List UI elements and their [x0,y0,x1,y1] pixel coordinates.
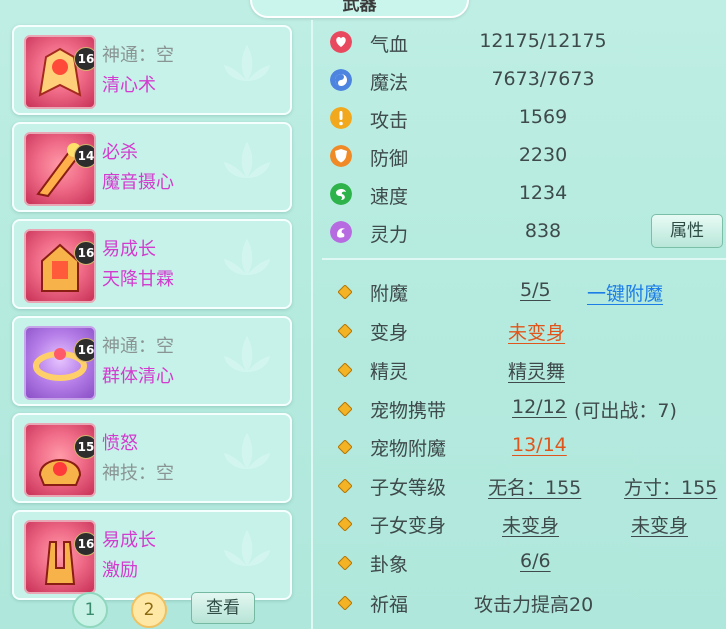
diamond-bullet-icon [338,556,352,570]
stat-value: 1234 [518,182,568,204]
level-badge: 16 [74,241,94,265]
stat-label: 速度 [370,186,409,208]
pet-enchant-value[interactable]: 13/14 [512,434,567,456]
stat-label: 气血 [370,34,409,56]
stat-value: 2230 [518,144,568,166]
diamond-bullet-icon [338,596,352,610]
shield-icon [330,145,352,167]
equipment-slot[interactable]: 16 神通：空 清心术 [12,25,292,115]
child-transform-value-1[interactable]: 未变身 [502,511,559,538]
info-label: 子女变身 [370,515,447,537]
info-label: 变身 [370,322,409,344]
equipment-item-icon[interactable]: 16 [24,520,96,594]
equipment-item-icon[interactable]: 16 [24,35,96,109]
stat-label: 魔法 [370,72,409,94]
horizontal-divider [322,258,726,260]
attributes-button[interactable]: 属性 [651,214,723,248]
stat-label: 防御 [370,148,409,170]
pet-carry-note: (可出战：7) [574,400,677,422]
equipment-slot[interactable]: 16 神通：空 群体清心 [12,316,292,406]
view-button[interactable]: 查看 [191,592,255,624]
diamond-bullet-icon [338,479,352,493]
equipment-slot[interactable]: 15 愤怒 神技：空 [12,413,292,503]
slot-skill-1: 易成长 [102,530,156,551]
stat-value: 1569 [518,106,568,128]
slot-skill-1: 愤怒 [102,433,138,454]
transform-value[interactable]: 未变身 [508,318,565,345]
child-level-value-2[interactable]: 方寸：155 [624,473,717,500]
info-label: 子女等级 [370,477,447,499]
diamond-bullet-icon [338,285,352,299]
equipment-item-icon[interactable]: 16 [24,326,96,400]
equipment-slot[interactable]: 16 易成长 激励 [12,510,292,600]
panel-title: 武器 [342,0,377,15]
slot-skill-1: 神通：空 [102,45,174,66]
level-badge: 16 [74,532,94,556]
lotus-watermark-icon [224,239,270,275]
lotus-watermark-icon [224,45,270,81]
info-label: 宠物附魔 [370,438,447,460]
equipment-slot[interactable]: 16 易成长 天降甘霖 [12,219,292,309]
equipment-slot[interactable]: 14 必杀 魔音摄心 [12,122,292,212]
info-label: 精灵 [370,361,409,383]
equipment-item-icon[interactable]: 15 [24,423,96,497]
slot-skill-2: 神技：空 [102,463,174,484]
heart-icon [330,31,352,53]
slot-skill-2: 激励 [102,560,138,581]
hexagram-value[interactable]: 6/6 [520,550,551,572]
enchant-value[interactable]: 5/5 [520,279,551,301]
slot-skill-2: 群体清心 [102,366,174,387]
lotus-watermark-icon [224,530,270,566]
slot-skill-1: 易成长 [102,239,156,260]
page-2-button[interactable]: 2 [131,592,167,628]
diamond-bullet-icon [338,324,352,338]
panel-title-tab: 武器 [250,0,469,18]
diamond-bullet-icon [338,517,352,531]
lotus-watermark-icon [224,433,270,469]
slot-skill-2: 清心术 [102,75,156,96]
sprite-value[interactable]: 精灵舞 [508,357,565,384]
slot-skill-1: 必杀 [102,142,138,163]
exclamation-icon [330,107,352,129]
one-click-enchant-link[interactable]: 一键附魔 [587,279,663,306]
diamond-bullet-icon [338,402,352,416]
vertical-divider [311,20,313,629]
child-level-value-1[interactable]: 无名：155 [488,473,581,500]
level-badge: 16 [74,47,94,71]
info-label: 宠物携带 [370,400,447,422]
spirit-icon [330,221,352,243]
blessing-value: 攻击力提高20 [474,594,594,616]
info-label: 卦象 [370,554,409,576]
info-label: 附魔 [370,283,409,305]
level-badge: 16 [74,338,94,362]
level-badge: 14 [74,144,94,168]
equipment-item-icon[interactable]: 16 [24,229,96,303]
lotus-watermark-icon [224,142,270,178]
swirl-icon [330,183,352,205]
child-transform-value-2[interactable]: 未变身 [631,511,688,538]
stat-label: 攻击 [370,110,409,132]
stat-label: 灵力 [370,224,409,246]
slot-skill-2: 天降甘霖 [102,269,174,290]
equipment-item-icon[interactable]: 14 [24,132,96,206]
lotus-watermark-icon [224,336,270,372]
slot-skill-1: 神通：空 [102,336,174,357]
yin-yang-icon [330,69,352,91]
slot-skill-2: 魔音摄心 [102,172,174,193]
level-badge: 15 [74,435,94,459]
stat-value: 7673/7673 [491,68,595,90]
pet-carry-value[interactable]: 12/12 [512,396,567,418]
diamond-bullet-icon [338,440,352,454]
diamond-bullet-icon [338,363,352,377]
stat-value: 838 [524,220,562,242]
stat-value: 12175/12175 [479,30,607,52]
info-label: 祈福 [370,594,409,616]
page-1-button[interactable]: 1 [72,592,108,628]
